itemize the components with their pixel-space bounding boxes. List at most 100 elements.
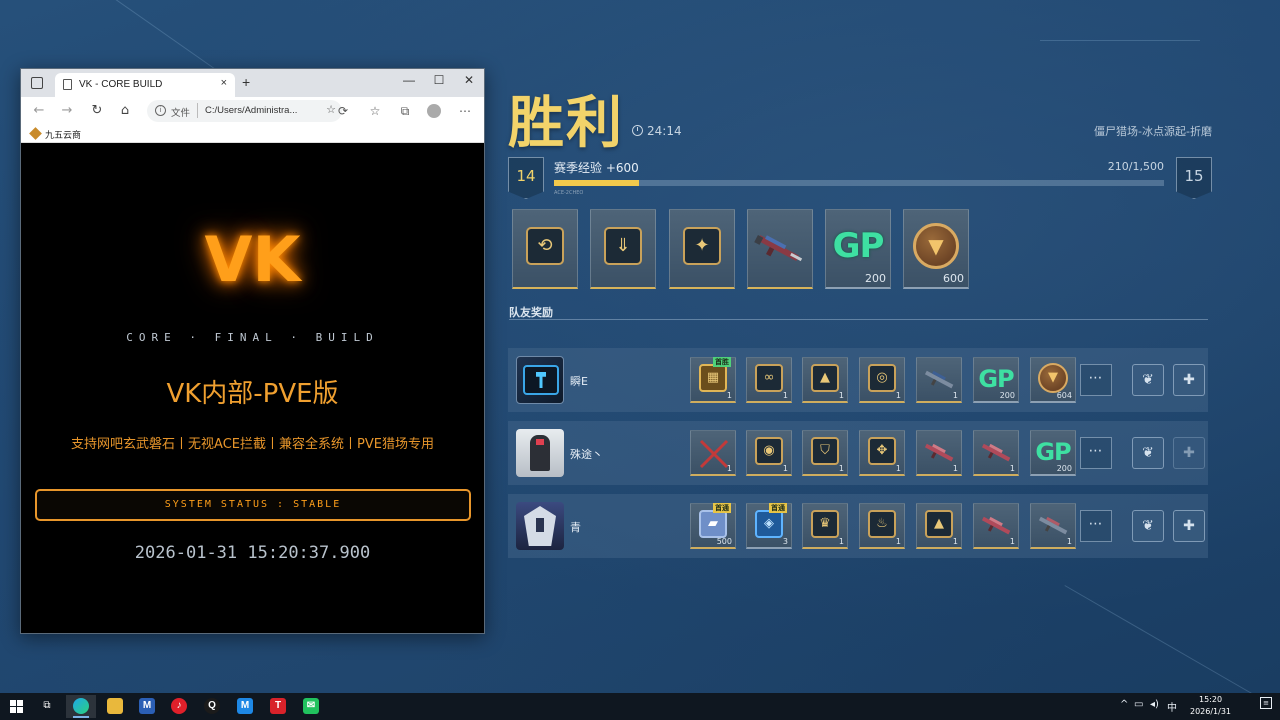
reward-item[interactable]: ▰ 首通 500 (690, 503, 736, 549)
ticket-icon: ▰ (699, 509, 727, 538)
reward-item[interactable]: 1 (973, 430, 1019, 476)
taskbar-app[interactable]: T (263, 695, 293, 718)
reward-item[interactable]: ▲ 1 (916, 503, 962, 549)
avatar[interactable] (516, 429, 564, 477)
red-rifle-icon (981, 443, 1011, 462)
close-window-button[interactable]: ✕ (459, 73, 479, 87)
refresh-icon[interactable]: ↻ (89, 103, 105, 119)
vk-description: 支持网吧玄武磐石丨无视ACE拦截丨兼容全系统丨PVE猎场专用 (71, 437, 434, 452)
reward-item[interactable]: ✦ (669, 209, 735, 289)
reward-item[interactable] (747, 209, 813, 289)
reward-item[interactable]: ◈ 首通 3 (746, 503, 792, 549)
reward-item[interactable]: ▼ 604 (1030, 357, 1076, 403)
wechat-icon: ✉ (303, 698, 319, 714)
clock-date[interactable]: 2026/1/31 (1190, 707, 1231, 716)
reward-item[interactable]: GP 200 (825, 209, 891, 289)
reward-item[interactable]: GP 200 (1030, 430, 1076, 476)
extensions-icon[interactable]: ⟳ (335, 103, 351, 119)
volume-icon[interactable]: ◂) (1150, 699, 1159, 710)
like-button[interactable]: ❦ (1132, 437, 1164, 469)
start-button[interactable] (2, 695, 32, 718)
core-module-icon: ✥ (868, 436, 896, 465)
reward-item[interactable]: ◎ 1 (859, 357, 905, 403)
more-rewards-button[interactable]: ⋯ (1080, 437, 1112, 469)
first-clear-tag: 首通 (713, 503, 731, 513)
ime-indicator[interactable]: 中 (1167, 699, 1177, 714)
taskbar-app[interactable]: ✉ (296, 695, 326, 718)
reward-item[interactable]: 1 (690, 430, 736, 476)
like-button[interactable]: ❦ (1132, 510, 1164, 542)
favorite-link[interactable]: 九五云商 (45, 128, 81, 141)
profile-avatar-icon[interactable] (427, 104, 441, 118)
favorites-icon[interactable]: ☆ (367, 103, 383, 119)
tab-close-button[interactable]: × (221, 77, 227, 89)
reward-item[interactable]: 1 (1030, 503, 1076, 549)
reward-item[interactable]: ∞ 1 (746, 357, 792, 403)
clock-time[interactable]: 15:20 (1199, 695, 1222, 704)
network-icon[interactable]: ▭ (1134, 699, 1143, 710)
gp-icon: GP (832, 226, 885, 266)
add-friend-button[interactable]: ✚ (1173, 364, 1205, 396)
home-icon[interactable]: ⌂ (117, 103, 133, 119)
address-bar[interactable]: i 文件 C:/Users/Administra... ☆ (147, 100, 342, 122)
reward-qty: 3 (782, 537, 788, 546)
qq-icon: Q (204, 698, 220, 714)
reward-item[interactable]: ⟲ (512, 209, 578, 289)
task-view-button[interactable]: ⧉ (32, 695, 62, 718)
reward-item[interactable]: 1 (916, 357, 962, 403)
taskbar-app[interactable] (66, 695, 96, 718)
reward-item[interactable]: ✥ 1 (859, 430, 905, 476)
season-xp-panel: 14 赛季经验 +600 210/1,500 ACE-2CHEO 15 (508, 152, 1212, 199)
reward-item[interactable]: 1 (916, 430, 962, 476)
new-tab-button[interactable]: + (242, 74, 250, 90)
reward-qty: 1 (838, 464, 844, 473)
reward-item[interactable]: ▲ 1 (802, 357, 848, 403)
peak-module-icon: ▲ (925, 509, 953, 538)
reward-item[interactable]: ◉ 1 (746, 430, 792, 476)
add-friend-button[interactable]: ✚ (1173, 510, 1205, 542)
maximize-button[interactable]: ☐ (429, 73, 449, 87)
taskbar-app[interactable]: ♪ (164, 695, 194, 718)
taskbar-app[interactable]: M (230, 695, 260, 718)
show-hidden-icons[interactable]: ^ (1120, 699, 1128, 710)
deco-line (1064, 585, 1256, 696)
taskbar-app[interactable] (100, 695, 130, 718)
address-url[interactable]: C:/Users/Administra... (205, 105, 297, 116)
reward-item[interactable]: ▼ 600 (903, 209, 969, 289)
back-arrow-icon[interactable]: ← (31, 103, 47, 119)
shield-module-icon: ⛉ (811, 436, 839, 465)
reward-item[interactable]: ♛ 1 (802, 503, 848, 549)
forward-arrow-icon[interactable]: → (59, 103, 75, 119)
reward-qty: 1 (952, 464, 958, 473)
reward-item[interactable]: ♨ 1 (859, 503, 905, 549)
reward-item[interactable]: ⛉ 1 (802, 430, 848, 476)
more-menu-icon[interactable]: ⋯ (457, 103, 473, 119)
avatar[interactable] (516, 502, 564, 550)
info-icon[interactable]: i (155, 105, 166, 116)
reward-item[interactable]: GP 200 (973, 357, 1019, 403)
reward-qty: 1 (726, 391, 732, 400)
reward-qty: 1 (1009, 537, 1015, 546)
more-rewards-button[interactable]: ⋯ (1080, 510, 1112, 542)
tab-actions-icon[interactable] (31, 77, 43, 89)
next-level-badge: 15 (1176, 157, 1212, 199)
add-friend-button[interactable]: ✚ (1173, 437, 1205, 469)
collections-icon[interactable]: ⧉ (397, 103, 413, 119)
taskbar-app[interactable]: Q (197, 695, 227, 718)
reward-item[interactable]: ⇓ (590, 209, 656, 289)
avatar-core-icon (536, 518, 544, 532)
reward-item[interactable]: ▦ 首胜 1 (690, 357, 736, 403)
reward-qty: 1 (782, 391, 788, 400)
taskbar-app[interactable]: M (132, 695, 162, 718)
browser-toolbar: ← → ↻ ⌂ i 文件 C:/Users/Administra... ☆ ⟳ … (21, 97, 484, 125)
avatar[interactable] (516, 356, 564, 404)
like-button[interactable]: ❦ (1132, 364, 1164, 396)
reward-item[interactable]: 1 (973, 503, 1019, 549)
xp-caption: ACE-2CHEO (554, 190, 584, 196)
match-duration: 24:14 (632, 124, 682, 138)
notification-icon[interactable]: ≡ (1260, 697, 1272, 709)
minimize-button[interactable]: — (399, 73, 419, 87)
more-rewards-button[interactable]: ⋯ (1080, 364, 1112, 396)
page-icon (63, 79, 72, 90)
browser-tab[interactable]: VK - CORE BUILD × (55, 73, 235, 97)
